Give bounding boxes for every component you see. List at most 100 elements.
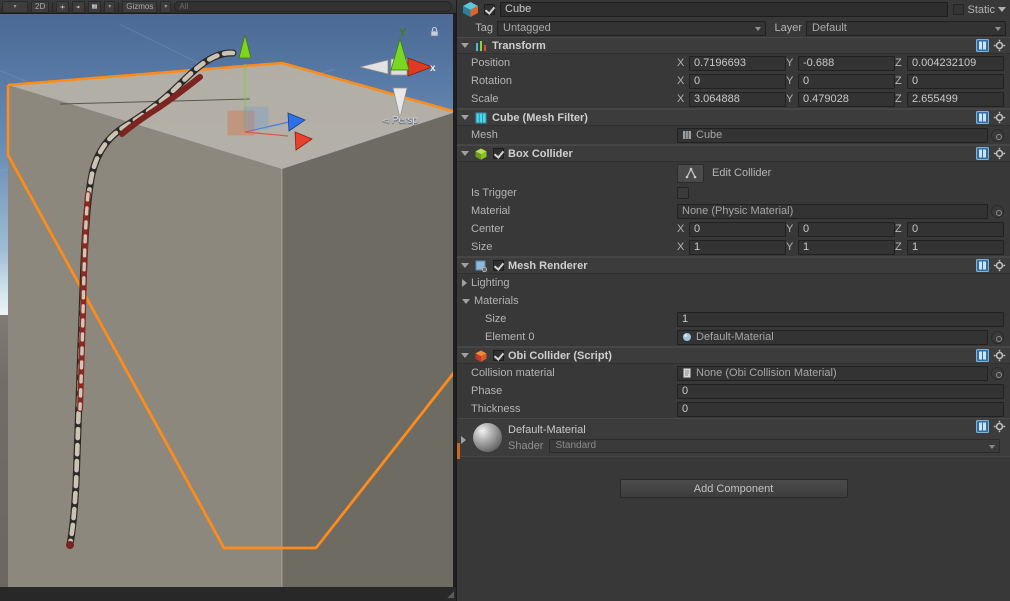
component-header-obi-collider[interactable]: Obi Collider (Script) xyxy=(457,347,1010,364)
axis-x-label: X xyxy=(677,241,685,253)
gameobject-name-input[interactable]: Cube xyxy=(500,2,949,17)
collision-material-picker[interactable] xyxy=(991,366,1004,380)
phase-input[interactable]: 0 xyxy=(677,383,1004,399)
resize-grip-icon[interactable]: ◢ xyxy=(447,589,454,600)
gear-icon[interactable] xyxy=(993,259,1006,272)
mesh-renderer-enabled-checkbox[interactable] xyxy=(493,260,504,271)
gameobject-header: Cube Static xyxy=(457,0,1010,19)
add-component-button[interactable]: Add Component xyxy=(619,479,848,498)
help-icon[interactable] xyxy=(976,420,989,433)
scale-y-input[interactable]: 0.479028 xyxy=(798,91,895,107)
2d-toggle[interactable]: 2D xyxy=(31,0,50,13)
material-element-0-picker[interactable] xyxy=(991,330,1004,344)
gear-icon[interactable] xyxy=(993,147,1006,160)
box-collider-icon xyxy=(475,148,487,160)
lock-icon[interactable] xyxy=(429,26,440,37)
layer-label: Layer xyxy=(774,22,802,34)
foldout-icon[interactable] xyxy=(461,353,469,358)
obi-collider-enabled-checkbox[interactable] xyxy=(493,350,504,361)
chevron-down-icon: ▾ xyxy=(13,3,17,10)
component-header-box-collider[interactable]: Box Collider xyxy=(457,145,1010,162)
foldout-icon[interactable] xyxy=(461,115,469,120)
foldout-icon[interactable] xyxy=(461,436,466,444)
help-icon[interactable] xyxy=(976,147,989,160)
scene-lighting-toggle[interactable] xyxy=(56,0,70,13)
is-trigger-checkbox[interactable] xyxy=(677,187,689,199)
center-x-input[interactable]: 0 xyxy=(689,221,786,237)
gizmo-projection-label[interactable]: ◅ Persp xyxy=(358,115,442,126)
scene-search-placeholder: All xyxy=(179,2,189,11)
collision-material-field[interactable]: None (Obi Collision Material) xyxy=(677,365,988,381)
thickness-input[interactable]: 0 xyxy=(677,401,1004,417)
static-toggle-group[interactable]: Static xyxy=(953,4,1006,16)
mesh-object-picker[interactable] xyxy=(991,128,1004,142)
size-z-input[interactable]: 1 xyxy=(907,239,1004,255)
mesh-object-field[interactable]: Cube xyxy=(677,127,988,143)
physic-material-field[interactable]: None (Physic Material) xyxy=(677,203,988,219)
mesh-filter-icon xyxy=(475,112,487,123)
chevron-down-icon[interactable] xyxy=(998,7,1006,12)
property-label: Lighting xyxy=(471,277,510,289)
foldout-icon[interactable] xyxy=(461,263,469,268)
help-icon[interactable] xyxy=(976,259,989,272)
tag-dropdown[interactable]: Untagged xyxy=(497,20,767,36)
axis-y-label: Y xyxy=(786,75,794,87)
rotation-y-input[interactable]: 0 xyxy=(798,73,895,89)
edit-collider-button[interactable] xyxy=(677,163,704,183)
gear-icon[interactable] xyxy=(993,39,1006,52)
scene-audio-toggle[interactable] xyxy=(72,0,86,13)
scene-viewport[interactable]: Y x ◅ Persp xyxy=(0,14,456,587)
scale-x-input[interactable]: 3.064888 xyxy=(689,91,786,107)
foldout-icon[interactable] xyxy=(462,279,467,287)
shader-dropdown[interactable]: Standard xyxy=(549,439,1000,453)
center-y-input[interactable]: 0 xyxy=(798,221,895,237)
layer-dropdown[interactable]: Default xyxy=(806,20,1006,36)
gizmos-label: Gizmos xyxy=(126,1,154,11)
scene-search-input[interactable]: All xyxy=(174,1,452,12)
property-label: Rotation xyxy=(471,75,512,87)
gear-icon[interactable] xyxy=(993,111,1006,124)
component-header-mesh-filter[interactable]: Cube (Mesh Filter) xyxy=(457,109,1010,126)
scene-fx-caret[interactable]: ▾ xyxy=(104,0,116,13)
box-collider-enabled-checkbox[interactable] xyxy=(493,148,504,159)
static-checkbox[interactable] xyxy=(953,4,965,15)
tag-label: Tag xyxy=(475,22,493,34)
physic-material-picker[interactable] xyxy=(991,204,1004,218)
property-row-materials[interactable]: Materials xyxy=(457,292,1010,310)
property-label: Materials xyxy=(474,295,519,307)
materials-size-input[interactable]: 1 xyxy=(677,311,1004,327)
component-header-transform[interactable]: Transform xyxy=(457,37,1010,54)
material-element-0-field[interactable]: Default-Material xyxy=(677,329,988,345)
property-label: Element 0 xyxy=(485,331,535,343)
scale-z-input[interactable]: 2.655499 xyxy=(907,91,1004,107)
size-x-input[interactable]: 1 xyxy=(689,239,786,255)
property-row-size: Size X1 Y1 Z1 xyxy=(457,238,1010,256)
material-header-tools xyxy=(976,420,1006,433)
gear-icon[interactable] xyxy=(993,420,1006,433)
component-header-mesh-renderer[interactable]: Mesh Renderer xyxy=(457,257,1010,274)
help-icon[interactable] xyxy=(976,111,989,124)
axis-y-label: Y xyxy=(786,223,794,235)
position-y-input[interactable]: -0.688 xyxy=(798,55,895,71)
foldout-icon[interactable] xyxy=(461,151,469,156)
axis-z-label: Z xyxy=(895,241,902,253)
property-row-lighting[interactable]: Lighting xyxy=(457,274,1010,292)
gizmos-dropdown[interactable]: Gizmos xyxy=(122,0,158,13)
script-icon xyxy=(683,368,691,378)
help-icon[interactable] xyxy=(976,39,989,52)
size-y-input[interactable]: 1 xyxy=(798,239,895,255)
gameobject-active-checkbox[interactable] xyxy=(484,4,495,15)
rotation-x-input[interactable]: 0 xyxy=(689,73,786,89)
scene-fx-dropdown[interactable] xyxy=(88,0,102,13)
gizmos-caret[interactable]: ▾ xyxy=(160,0,172,13)
help-icon[interactable] xyxy=(976,349,989,362)
position-x-input[interactable]: 0.7196693 xyxy=(689,55,786,71)
draw-mode-dropdown[interactable]: ▾ xyxy=(2,0,28,13)
foldout-icon[interactable] xyxy=(462,298,470,304)
rotation-z-input[interactable]: 0 xyxy=(907,73,1004,89)
center-z-input[interactable]: 0 xyxy=(907,221,1004,237)
gear-icon[interactable] xyxy=(993,349,1006,362)
scene-orientation-gizmo[interactable]: Y x ◅ Persp xyxy=(358,22,442,126)
position-z-input[interactable]: 0.004232109 xyxy=(907,55,1004,71)
foldout-icon[interactable] xyxy=(461,43,469,48)
